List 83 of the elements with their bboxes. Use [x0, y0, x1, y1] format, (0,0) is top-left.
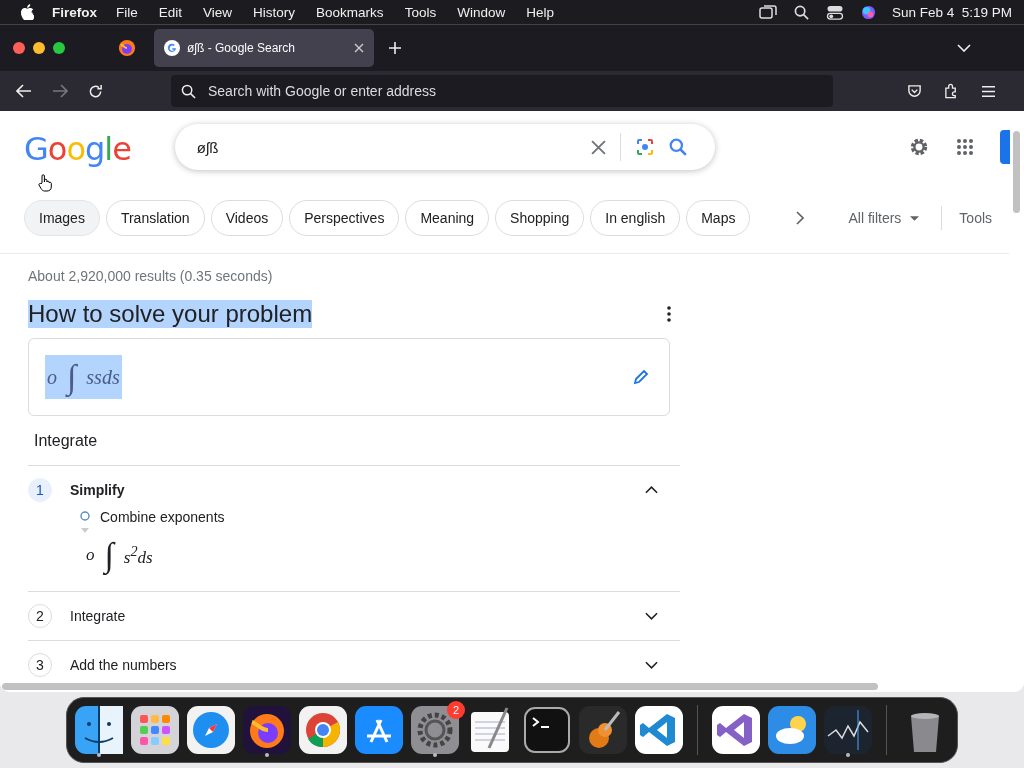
search-bar[interactable]: øʃß [174, 124, 715, 170]
code-app-icon[interactable] [712, 706, 760, 754]
filter-chip[interactable]: Videos [210, 200, 284, 236]
fox-app-icon[interactable] [243, 706, 291, 754]
face-app-icon[interactable] [75, 706, 123, 754]
menu-item[interactable]: View [203, 4, 233, 20]
cloud-app-icon[interactable] [768, 706, 816, 754]
reload-icon[interactable] [88, 83, 103, 99]
scrollbar[interactable] [1013, 131, 1020, 213]
filter-chip[interactable]: Meaning [405, 200, 490, 236]
chevron-icon[interactable] [645, 661, 658, 669]
toggles-icon[interactable] [825, 4, 844, 20]
minimize-window-button[interactable] [33, 42, 45, 54]
menu-item[interactable]: Tools [404, 4, 437, 20]
hand-cursor-icon [38, 174, 52, 192]
filter-chip[interactable]: Perspectives [289, 200, 400, 236]
all-filters-button[interactable]: All filters [848, 210, 920, 226]
compass-app-icon[interactable] [187, 706, 235, 754]
chevron-icon[interactable] [645, 486, 658, 494]
google-logo[interactable]: Google [24, 130, 131, 168]
grid-app-icon[interactable] [131, 706, 179, 754]
substep-label: Combine exponents [100, 509, 225, 525]
close-window-button[interactable] [13, 42, 25, 54]
caret-icon [910, 215, 920, 221]
menu-item[interactable]: Window [457, 4, 506, 20]
step-number: 1 [28, 478, 52, 502]
search-icon [181, 83, 196, 99]
guitar-app-icon[interactable] [579, 706, 627, 754]
more-options-icon[interactable] [667, 306, 671, 322]
result-stats: About 2,920,000 results (0.35 seconds) [28, 268, 274, 284]
zoom-window-button[interactable] [53, 42, 65, 54]
step-marker-icon [79, 508, 91, 534]
tools-button[interactable]: Tools [959, 210, 993, 226]
menu-item[interactable]: File [116, 4, 138, 20]
pocket-icon[interactable] [907, 83, 922, 99]
chevron-right-icon[interactable] [796, 211, 805, 225]
step-title[interactable]: Integrate [70, 608, 645, 624]
camera-icon[interactable] [634, 137, 655, 157]
plus-icon[interactable] [388, 41, 402, 55]
filter-chip[interactable]: Images [24, 200, 100, 236]
formula: o ∫ ssds [45, 355, 122, 399]
settings-icon[interactable] [908, 136, 930, 158]
notification-badge: 2 [447, 701, 465, 719]
ring-app-icon[interactable] [299, 706, 347, 754]
formula: o ∫ s$^{2}$ds [86, 536, 153, 574]
step-title[interactable]: Add the numbers [70, 657, 645, 673]
chevron-icon[interactable] [645, 612, 658, 620]
search-field[interactable]: øʃß [194, 137, 577, 157]
g-icon [164, 40, 180, 56]
menu-item[interactable]: Help [526, 4, 554, 20]
fox-icon[interactable] [118, 39, 136, 57]
apps-grid-icon[interactable] [956, 138, 974, 156]
filter-chip[interactable]: In english [590, 200, 681, 236]
terminal-app-icon[interactable] [523, 706, 571, 754]
code-app-icon[interactable] [635, 706, 683, 754]
solver-heading: How to solve your problem [28, 300, 313, 328]
letter-app-icon[interactable] [355, 706, 403, 754]
menu-icon[interactable] [981, 84, 996, 98]
apple-icon[interactable] [20, 4, 34, 20]
clear-icon[interactable] [590, 139, 606, 155]
action-label: Integrate [28, 432, 680, 466]
chart-app-icon[interactable] [824, 706, 872, 754]
browser-tab[interactable]: øʃß - Google Search [154, 29, 374, 67]
pencil-icon[interactable] [633, 369, 649, 385]
close-icon[interactable] [354, 43, 364, 53]
chevron-down-icon[interactable] [957, 44, 971, 52]
search-icon[interactable] [793, 4, 809, 20]
clock[interactable]: Sun Feb 4 5:19 PM [891, 4, 1012, 20]
puzzle-icon[interactable] [944, 83, 959, 99]
scrollbar[interactable] [2, 683, 878, 690]
filter-chip[interactable]: Translation [105, 200, 205, 236]
address-bar[interactable]: Search with Google or enter address [171, 75, 833, 107]
filter-chip[interactable]: Shopping [495, 200, 585, 236]
app-name[interactable]: Firefox [52, 4, 97, 20]
orb-icon[interactable] [860, 4, 876, 20]
filter-chip[interactable]: Maps [686, 200, 751, 236]
back-icon[interactable] [16, 84, 32, 98]
gear-app-icon[interactable] [411, 706, 459, 754]
menu-item[interactable]: History [253, 4, 296, 20]
step-title[interactable]: Simplify [70, 482, 645, 498]
menu-item[interactable]: Bookmarks [316, 4, 384, 20]
menu-item[interactable]: Edit [158, 4, 183, 20]
windows-icon[interactable] [758, 4, 777, 20]
